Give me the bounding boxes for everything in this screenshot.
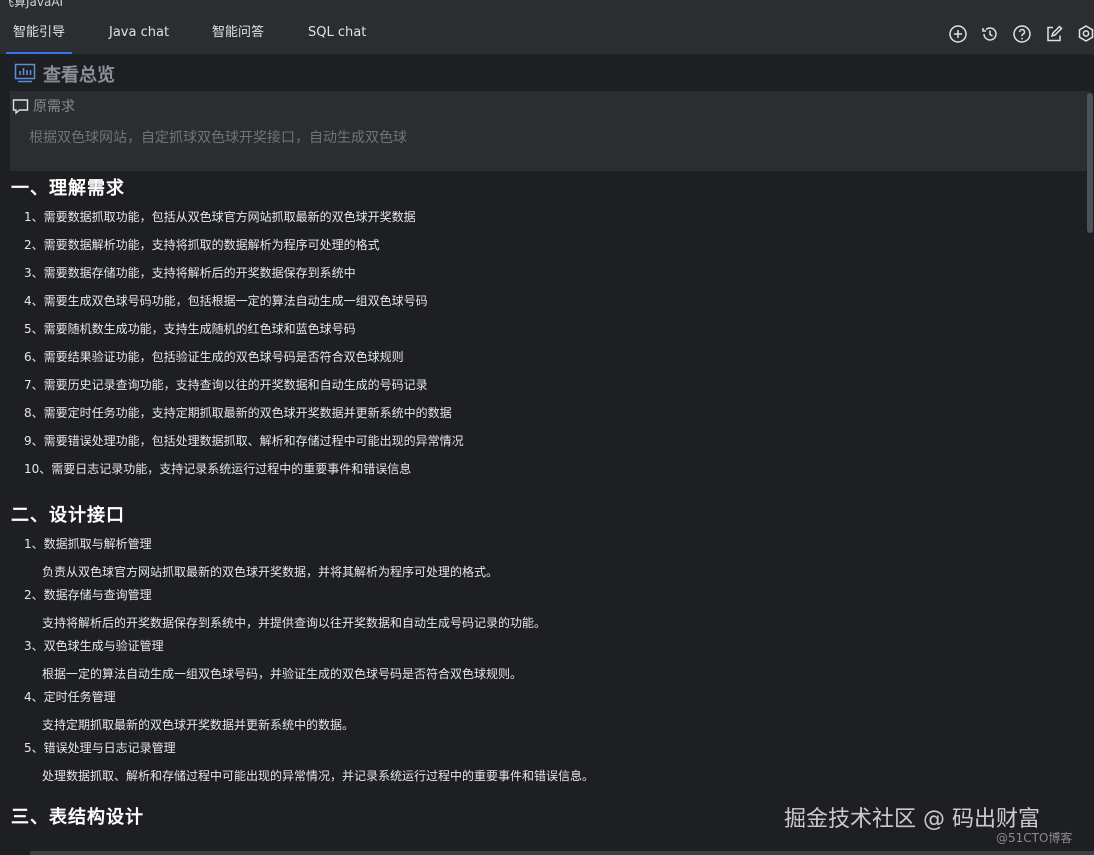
chart-icon	[14, 62, 36, 84]
interface-desc: 处理数据抓取、解析和存储过程中可能出现的异常情况，并记录系统运行过程中的重要事件…	[42, 769, 595, 783]
requirement-box: 原需求 根据双色球网站，自定抓球双色球开奖接口，自动生成双色球	[10, 91, 1090, 171]
list-item: 7、需要历史记录查询功能，支持查询以往的开奖数据和自动生成的号码记录	[24, 378, 428, 392]
bottom-divider	[30, 851, 1094, 855]
interface-desc: 支持将解析后的开奖数据保存到系统中，并提供查询以往开奖数据和自动生成号码记录的功…	[42, 616, 547, 630]
list-item: 8、需要定时任务功能，支持定期抓取最新的双色球开奖数据并更新系统中的数据	[24, 406, 452, 420]
history-icon[interactable]	[980, 24, 1000, 44]
list-item: 2、需要数据解析功能，支持将抓取的数据解析为程序可处理的格式	[24, 238, 380, 252]
tab-smart-qa[interactable]: 智能问答	[212, 10, 264, 54]
scrollbar-thumb[interactable]	[1087, 93, 1093, 233]
settings-icon[interactable]	[1076, 24, 1094, 44]
interface-title: 5、错误处理与日志记录管理	[24, 741, 176, 755]
interface-title: 1、数据抓取与解析管理	[24, 537, 152, 551]
title-bar: 飞算JavaAI	[0, 0, 1094, 10]
main-content: 查看总览 原需求 根据双色球网站，自定抓球双色球开奖接口，自动生成双色球 一、理…	[0, 54, 1094, 855]
list-item: 5、需要随机数生成功能，支持生成随机的红色球和蓝色球号码	[24, 322, 356, 336]
tab-java-chat[interactable]: Java chat	[109, 10, 169, 54]
watermark-subtext: @51CTO博客	[996, 831, 1073, 845]
list-item: 10、需要日志记录功能，支持记录系统运行过程中的重要事件和错误信息	[24, 462, 412, 476]
section-heading-interfaces: 二、设计接口	[11, 505, 125, 526]
comment-icon	[12, 98, 29, 115]
list-item: 1、需要数据抓取功能，包括从双色球官方网站抓取最新的双色球开奖数据	[24, 210, 416, 224]
list-item: 3、需要数据存储功能，支持将解析后的开奖数据保存到系统中	[24, 266, 356, 280]
section-heading-table-design: 三、表结构设计	[11, 807, 144, 828]
overview-title: 查看总览	[43, 65, 115, 86]
list-item: 4、需要生成双色球号码功能，包括根据一定的算法自动生成一组双色球号码	[24, 294, 428, 308]
list-item: 6、需要结果验证功能，包括验证生成的双色球号码是否符合双色球规则	[24, 350, 404, 364]
tab-smart-guide[interactable]: 智能引导	[6, 10, 72, 54]
interface-title: 4、定时任务管理	[24, 690, 116, 704]
list-item: 9、需要错误处理功能，包括处理数据抓取、解析和存储过程中可能出现的异常情况	[24, 434, 464, 448]
interface-desc: 根据一定的算法自动生成一组双色球号码，并验证生成的双色球号码是否符合双色球规则。	[42, 667, 523, 681]
tab-sql-chat[interactable]: SQL chat	[308, 10, 366, 54]
window-title: 飞算JavaAI	[2, 0, 64, 9]
interface-desc: 支持定期抓取最新的双色球开奖数据并更新系统中的数据。	[42, 718, 355, 732]
interface-title: 2、数据存储与查询管理	[24, 588, 152, 602]
requirement-text: 根据双色球网站，自定抓球双色球开奖接口，自动生成双色球	[29, 130, 407, 146]
interface-desc: 负责从双色球官方网站抓取最新的双色球开奖数据，并将其解析为程序可处理的格式。	[42, 565, 499, 579]
requirement-label: 原需求	[33, 99, 75, 115]
section-heading-requirements: 一、理解需求	[11, 178, 125, 199]
interface-title: 3、双色球生成与验证管理	[24, 639, 164, 653]
tab-bar: 智能引导 Java chat 智能问答 SQL chat	[0, 10, 1094, 54]
add-icon[interactable]	[948, 24, 968, 44]
help-icon[interactable]	[1012, 24, 1032, 44]
edit-icon[interactable]	[1044, 24, 1064, 44]
